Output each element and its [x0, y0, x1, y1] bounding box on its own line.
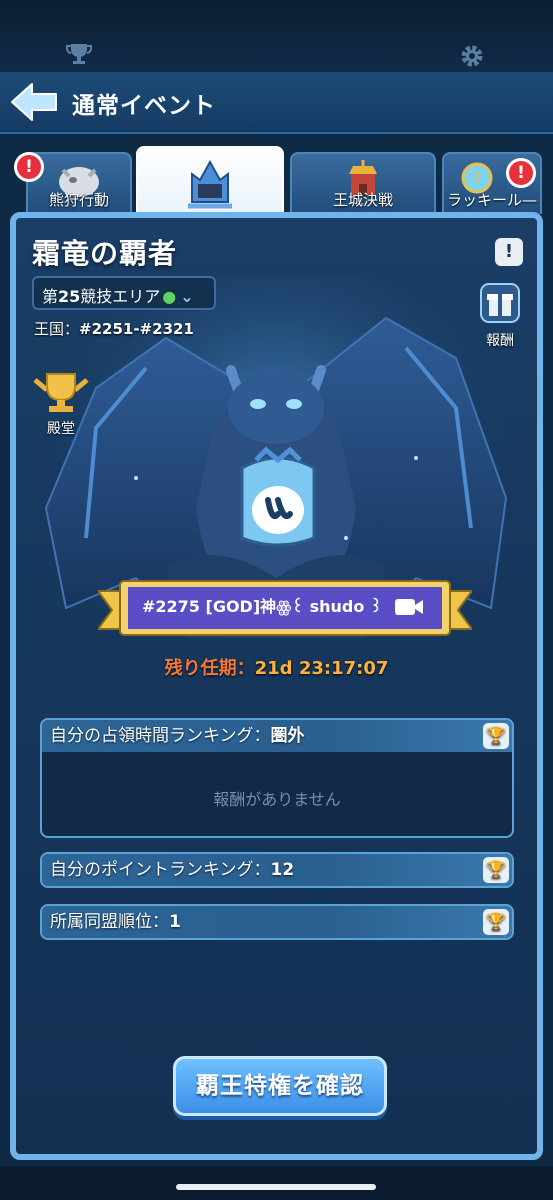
- alliance-ranking: 所属同盟順位：1 🏆: [40, 904, 514, 940]
- back-button[interactable]: [8, 80, 60, 124]
- area-label-prefix: 第: [42, 287, 59, 306]
- location-pin-icon: ●: [162, 287, 177, 306]
- alert-badge: !: [506, 158, 536, 188]
- ranking-label: 自分のポイントランキング：: [50, 860, 271, 880]
- area-number: 25: [58, 287, 81, 306]
- event-tabs: 熊狩行動 ! 王城決戦 ? ラッキール— !: [0, 140, 553, 218]
- kingdom-label: 王国：: [34, 320, 80, 338]
- top-bar: [0, 0, 553, 72]
- countdown-timer: 21d 23:17:07: [254, 658, 389, 679]
- leader-name: #2275 [GOD]神ꙮ꒰ shudo ꒱ꙮ神: [142, 597, 382, 616]
- points-ranking: 自分のポイントランキング：12 🏆: [40, 852, 514, 888]
- ranking-value: 圏外: [270, 726, 305, 746]
- ranking-header: 所属同盟順位：1 🏆: [42, 906, 512, 938]
- ranking-label: 所属同盟順位：: [50, 912, 169, 932]
- leader-banner: #2275 [GOD]神ꙮ꒰ shudo ꒱ꙮ神: [98, 573, 472, 643]
- remaining-term: 残り任期：21d 23:17:07: [16, 654, 537, 680]
- trophy-icon: 🏆: [486, 860, 506, 879]
- kingdom-value: #2251-#2321: [79, 320, 194, 338]
- area-label-suffix: 競技エリア: [80, 287, 161, 306]
- svg-text:?: ?: [472, 169, 481, 188]
- chevron-down-icon: ⌄: [180, 287, 194, 306]
- gold-trophy-icon: [33, 373, 89, 412]
- tab-castle-battle[interactable]: 王城決戦: [290, 152, 436, 214]
- bottom-bar: [0, 1166, 553, 1200]
- gear-icon[interactable]: [458, 42, 486, 76]
- back-arrow-icon: [11, 83, 57, 121]
- gift-icon: [480, 283, 520, 323]
- tab-label: ラッキール—: [446, 191, 537, 209]
- header-bar: 通常イベント: [0, 72, 553, 134]
- dragon-throne-icon: [188, 159, 232, 209]
- empty-rewards-text: 報酬がありません: [213, 790, 341, 809]
- page-title: 通常イベント: [72, 93, 216, 119]
- trophy-button[interactable]: 🏆: [483, 723, 509, 749]
- confirm-privileges-button[interactable]: 覇王特権を確認: [173, 1056, 387, 1116]
- home-indicator[interactable]: [176, 1184, 376, 1190]
- video-camera-icon[interactable]: [394, 595, 424, 619]
- alert-badge: !: [14, 152, 44, 182]
- alliance-emblem: [240, 446, 316, 547]
- trophy-icon: 🏆: [486, 726, 506, 745]
- ranking-header: 自分の占領時間ランキング：圏外 🏆: [42, 720, 512, 752]
- kingdom-range: 王国：#2251-#2321: [34, 318, 194, 339]
- occupation-ranking: 自分の占領時間ランキング：圏外 🏆 報酬がありません: [40, 718, 514, 838]
- remaining-label: 残り任期：: [164, 658, 255, 679]
- tab-frost-dragon[interactable]: [136, 146, 284, 218]
- tab-label: 王城決戦: [332, 191, 393, 209]
- trophy-button[interactable]: 🏆: [483, 909, 509, 935]
- hall-of-fame-button[interactable]: 殿堂: [30, 368, 92, 438]
- ranking-label: 自分の占領時間ランキング：: [50, 726, 271, 746]
- area-selector[interactable]: 第25競技エリア ● ⌄: [32, 276, 216, 310]
- tab-label: 熊狩行動: [48, 191, 109, 209]
- hall-label: 殿堂: [47, 421, 75, 437]
- trophy-icon: 🏆: [486, 912, 506, 931]
- info-button[interactable]: !: [495, 238, 523, 266]
- reward-label: 報酬: [486, 333, 514, 349]
- ranking-value: 12: [270, 860, 295, 880]
- event-panel: 霜竜の覇者 ! 第25競技エリア ● ⌄ 王国：#2251-#2321 報酬 殿堂 …: [10, 212, 543, 1160]
- event-title: 霜竜の覇者: [32, 237, 178, 270]
- trophy-button[interactable]: 🏆: [483, 857, 509, 883]
- ranking-header: 自分のポイントランキング：12 🏆: [42, 854, 512, 886]
- ranking-value: 1: [169, 912, 181, 932]
- trophy-icon[interactable]: [66, 42, 92, 72]
- reward-button[interactable]: 報酬: [475, 282, 525, 349]
